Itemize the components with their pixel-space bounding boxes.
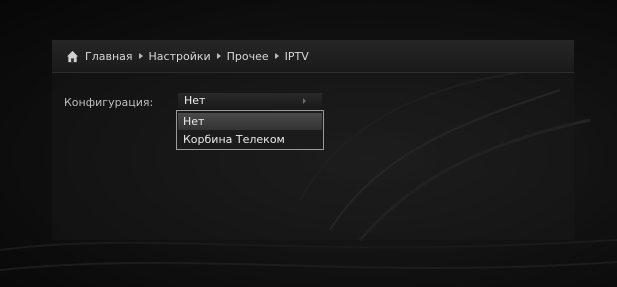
chevron-right-icon bbox=[303, 98, 306, 104]
tv-settings-screen: Главная Настройки Прочее IPTV Конфигурац… bbox=[0, 0, 617, 287]
configuration-label: Конфигурация: bbox=[64, 96, 154, 109]
breadcrumb-separator-icon bbox=[216, 53, 221, 59]
home-icon[interactable] bbox=[66, 50, 79, 63]
breadcrumb-item-other[interactable]: Прочее bbox=[227, 50, 269, 63]
configuration-select[interactable]: Нет bbox=[178, 93, 322, 109]
breadcrumb-separator-icon bbox=[274, 53, 279, 59]
dropdown-option-corbina-telecom[interactable]: Корбина Телеком bbox=[178, 131, 322, 148]
breadcrumb-item-settings[interactable]: Настройки bbox=[149, 50, 211, 63]
breadcrumb: Главная Настройки Прочее IPTV bbox=[66, 47, 309, 65]
configuration-select-value: Нет bbox=[184, 94, 206, 107]
dropdown-option-none[interactable]: Нет bbox=[178, 113, 322, 130]
breadcrumb-separator-icon bbox=[138, 53, 143, 59]
configuration-dropdown: Нет Корбина Телеком bbox=[176, 110, 324, 150]
breadcrumb-item-iptv: IPTV bbox=[284, 49, 309, 63]
breadcrumb-item-home[interactable]: Главная bbox=[85, 50, 133, 63]
